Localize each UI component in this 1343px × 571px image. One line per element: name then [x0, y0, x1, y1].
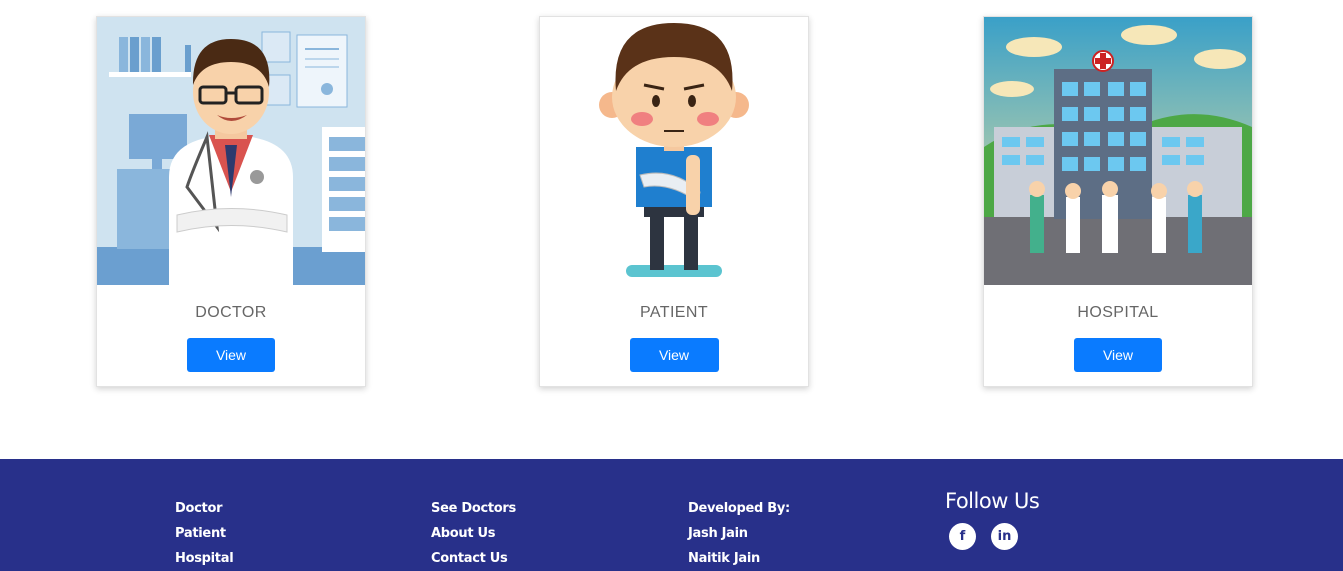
developed-by-label: Developed By:: [688, 501, 790, 516]
doctor-illustration: [97, 17, 365, 285]
hospital-illustration: [984, 17, 1252, 285]
view-hospital-button[interactable]: View: [1074, 338, 1162, 372]
footer: Doctor Patient Hospital See Doctors Abou…: [0, 459, 1343, 571]
social-links: f in: [945, 523, 1039, 550]
footer-link-doctor[interactable]: Doctor: [175, 496, 233, 521]
footer-column-roles: Doctor Patient Hospital: [175, 496, 234, 571]
footer-link-contact-us[interactable]: Contact Us: [431, 546, 516, 571]
card-title: HOSPITAL: [1077, 304, 1159, 321]
footer-link-patient[interactable]: Patient: [175, 521, 233, 546]
view-doctor-button[interactable]: View: [187, 338, 275, 372]
developer-name: Naitik Jain: [688, 551, 760, 566]
facebook-icon[interactable]: f: [949, 523, 976, 550]
patient-illustration: [540, 17, 808, 285]
footer-column-credits: Developed By: Jash Jain Naitik Jain: [688, 496, 790, 571]
card-title: DOCTOR: [195, 304, 267, 321]
developer-name: Jash Jain: [688, 526, 748, 541]
doctor-card: DOCTOR View: [96, 16, 366, 387]
footer-column-links: See Doctors About Us Contact Us: [431, 496, 516, 571]
follow-us-heading: Follow Us: [945, 489, 1040, 513]
cards-section: DOCTOR View PATIENT View HOSPITAL View: [0, 0, 1343, 459]
footer-link-hospital[interactable]: Hospital: [175, 546, 234, 571]
footer-link-see-doctors[interactable]: See Doctors: [431, 496, 516, 521]
footer-follow: Follow Us f in: [945, 489, 1040, 550]
card-title: PATIENT: [640, 304, 708, 321]
view-patient-button[interactable]: View: [629, 338, 719, 372]
footer-link-about-us[interactable]: About Us: [431, 521, 516, 546]
linkedin-icon[interactable]: in: [991, 523, 1018, 550]
hospital-card: HOSPITAL View: [983, 16, 1253, 387]
patient-card: PATIENT View: [539, 16, 809, 387]
